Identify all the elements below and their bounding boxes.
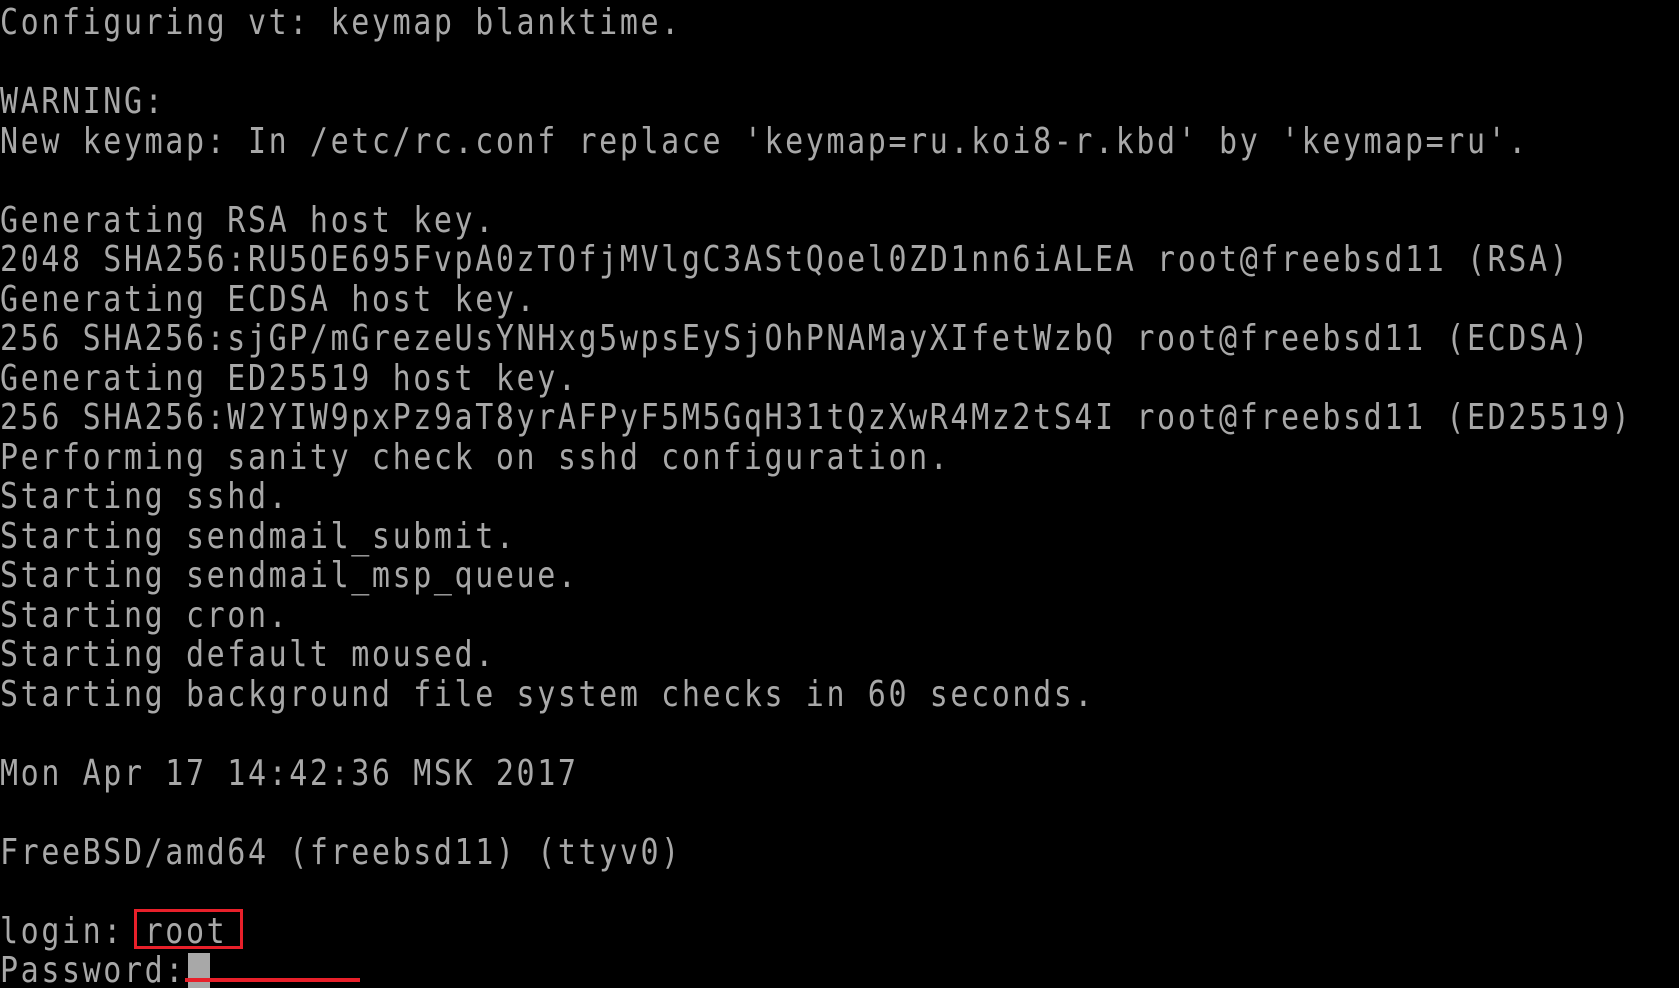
password-highlight-underline — [185, 978, 360, 982]
console-datetime: Mon Apr 17 14:42:36 MSK 2017 — [0, 752, 579, 795]
console-line: New keymap: In /etc/rc.conf replace 'key… — [0, 120, 1529, 163]
console-hostinfo: FreeBSD/amd64 (freebsd11) (ttyv0) — [0, 831, 682, 874]
text-cursor — [188, 953, 210, 988]
login-prompt-label: login: — [0, 910, 145, 953]
console-line: Starting background file system checks i… — [0, 673, 1096, 716]
password-prompt-row[interactable]: Password: — [0, 948, 186, 988]
password-prompt-label: Password: — [0, 950, 186, 988]
login-highlight-box — [134, 909, 243, 949]
terminal-console[interactable]: Configuring vt: keymap blanktime. WARNIN… — [0, 0, 1679, 988]
console-line: Configuring vt: keymap blanktime. — [0, 2, 682, 44]
